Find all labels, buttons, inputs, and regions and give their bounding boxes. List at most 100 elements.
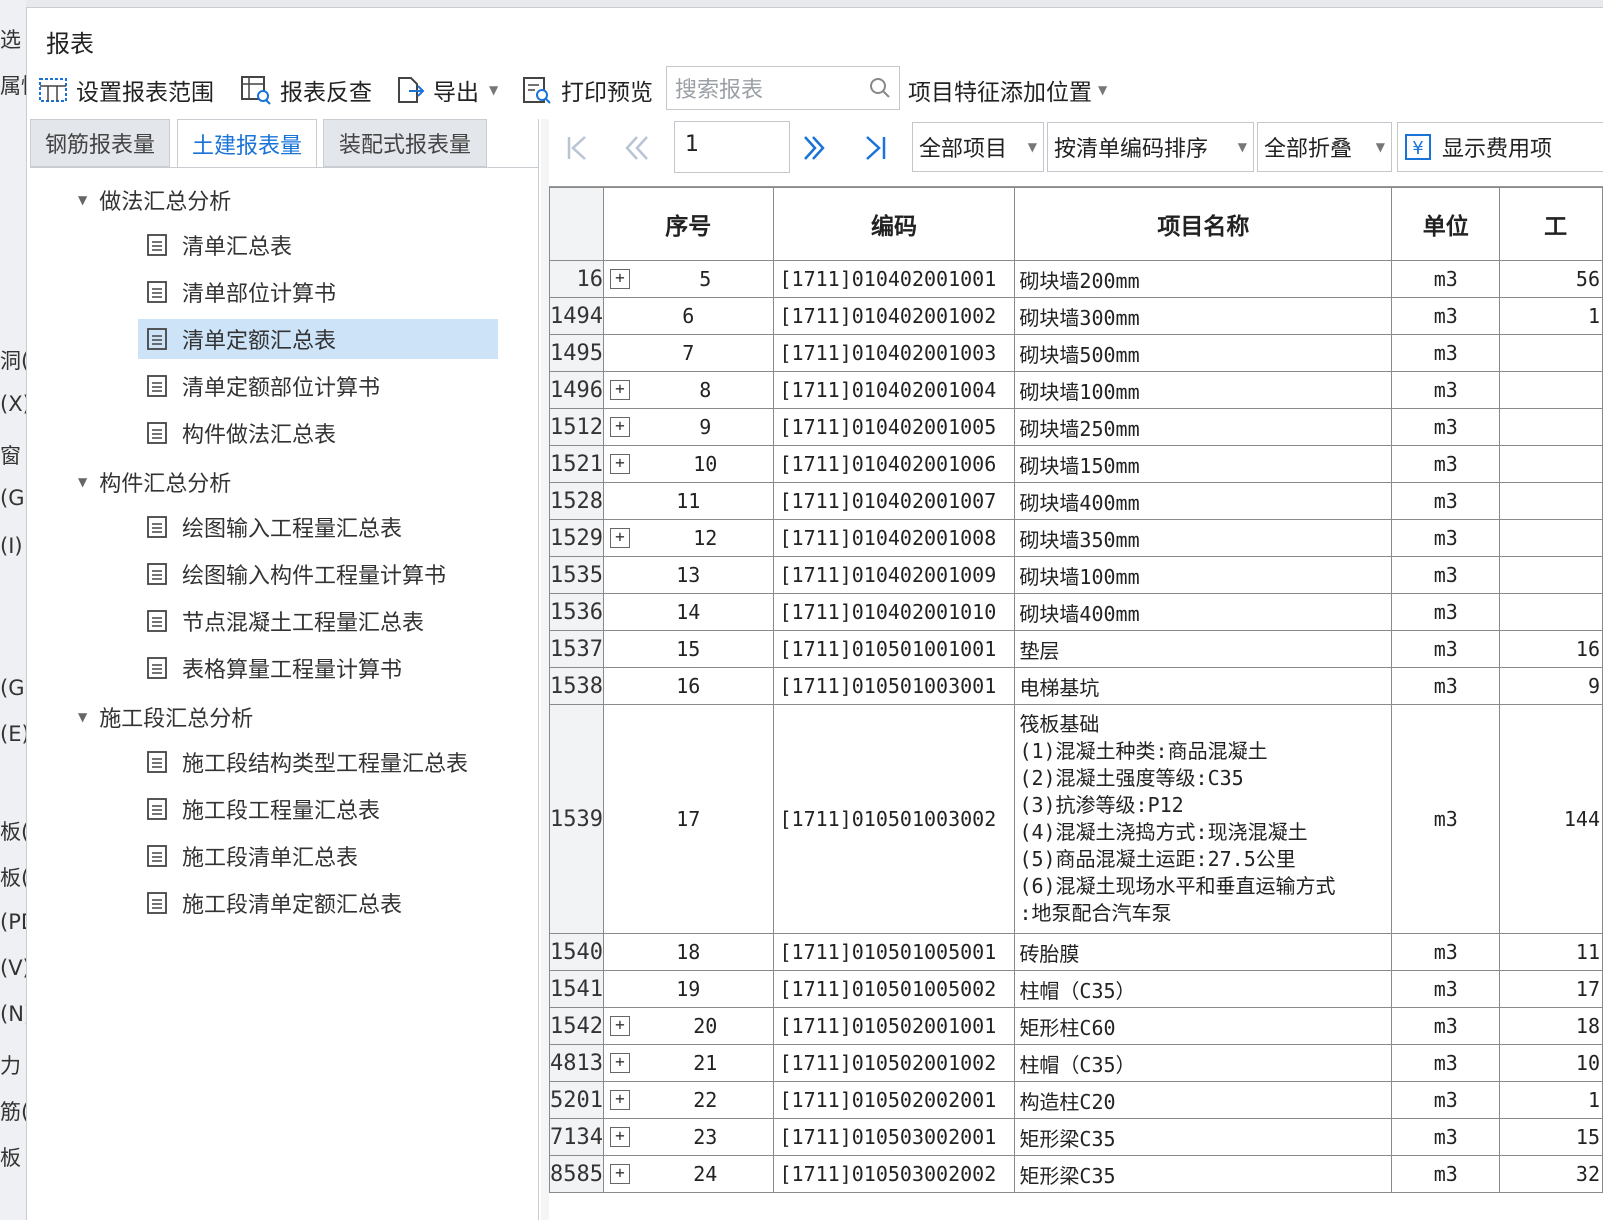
seq-header[interactable]: 序号 bbox=[602, 187, 774, 261]
expand-plus-icon[interactable]: + bbox=[609, 417, 630, 437]
last-page-icon[interactable] bbox=[864, 134, 888, 162]
table-row[interactable]: 1540 18 [1711]010501005001 砖胎膜 m3 11 bbox=[549, 933, 1603, 971]
table-row[interactable]: 5201 +22 [1711]010502002001 构造柱C20 m3 1 bbox=[549, 1081, 1603, 1119]
tree-item-selected[interactable]: 清单定额汇总表 bbox=[138, 319, 498, 359]
expand-plus-icon[interactable]: + bbox=[609, 380, 630, 400]
tree-item[interactable]: 清单汇总表 bbox=[138, 225, 498, 265]
collapse-triangle-icon[interactable]: ▼ bbox=[78, 475, 87, 489]
unit-header[interactable]: 单位 bbox=[1391, 187, 1501, 261]
quantity-cell: 32 bbox=[1499, 1155, 1603, 1193]
expand-plus-icon[interactable]: + bbox=[609, 1053, 630, 1073]
expand-plus-icon[interactable]: + bbox=[609, 1090, 630, 1110]
print-preview-button[interactable]: 打印预览 bbox=[521, 70, 653, 110]
search-icon[interactable] bbox=[869, 77, 891, 99]
tab-civil-report[interactable]: 土建报表量 bbox=[177, 119, 317, 167]
next-page-icon[interactable] bbox=[802, 134, 828, 162]
export-button[interactable]: 导出 ▼ bbox=[395, 70, 498, 110]
show-fee-toggle[interactable]: ¥ 显示费用项 bbox=[1397, 122, 1603, 172]
table-row[interactable]: 1538 16 [1711]010501003001 电梯基坑 m3 9 bbox=[549, 667, 1603, 705]
chevron-down-icon: ▼ bbox=[1098, 83, 1108, 97]
seq-cell: +23 bbox=[602, 1118, 774, 1156]
table-row[interactable]: 1495 7 [1711]010402001003 砌块墙500mm m3 bbox=[549, 334, 1603, 372]
table-row[interactable]: 1521 +10 [1711]010402001006 砌块墙150mm m3 bbox=[549, 445, 1603, 483]
table-row[interactable]: 4813 +21 [1711]010502001002 柱帽（C35） m3 10 bbox=[549, 1044, 1603, 1082]
seq-cell: 13 bbox=[602, 556, 774, 594]
name-cell: 砌块墙400mm bbox=[1014, 593, 1393, 631]
reverse-check-button[interactable]: 报表反查 bbox=[240, 70, 372, 110]
seq-value: 19 bbox=[676, 977, 701, 1001]
row-number: 5201 bbox=[549, 1081, 604, 1119]
quantity-header[interactable]: 工 bbox=[1499, 187, 1603, 261]
name-line: 砌块墙500mm bbox=[1019, 342, 1140, 367]
expand-plus-icon[interactable]: + bbox=[609, 1164, 630, 1184]
name-header[interactable]: 项目名称 bbox=[1014, 187, 1393, 261]
tree-item[interactable]: 施工段结构类型工程量汇总表 bbox=[138, 742, 498, 782]
table-row[interactable]: 1496 +8 [1711]010402001004 砌块墙100mm m3 bbox=[549, 371, 1603, 409]
table-row[interactable]: 1529 +12 [1711]010402001008 砌块墙350mm m3 bbox=[549, 519, 1603, 557]
set-range-button[interactable]: 设置报表范围 bbox=[38, 70, 214, 110]
tree-item[interactable]: 施工段清单定额汇总表 bbox=[138, 883, 498, 923]
table-row[interactable]: 7134 +23 [1711]010503002001 矩形梁C35 m3 15 bbox=[549, 1118, 1603, 1156]
report-search-input[interactable]: 搜索报表 bbox=[666, 66, 900, 110]
feature-position-dropdown[interactable]: 项目特征添加位置 ▼ bbox=[908, 70, 1107, 110]
table-row[interactable]: 1528 11 [1711]010402001007 砌块墙400mm m3 bbox=[549, 482, 1603, 520]
document-icon bbox=[147, 422, 167, 444]
tree-item[interactable]: 施工段清单汇总表 bbox=[138, 836, 498, 876]
tree-item[interactable]: 绘图输入工程量汇总表 bbox=[138, 507, 498, 547]
table-row[interactable]: 1537 15 [1711]010501001001 垫层 m3 16 bbox=[549, 630, 1603, 668]
expand-plus-icon[interactable]: + bbox=[609, 528, 630, 548]
name-line: 砌块墙350mm bbox=[1019, 527, 1140, 552]
quantity-cell: 144 bbox=[1499, 704, 1603, 934]
collapse-triangle-icon[interactable]: ▼ bbox=[78, 193, 87, 207]
previous-page-icon[interactable] bbox=[624, 134, 650, 162]
tree-item[interactable]: 表格算量工程量计算书 bbox=[138, 648, 498, 688]
chevron-down-icon: ▼ bbox=[1237, 140, 1247, 154]
export-caret-icon[interactable]: ▼ bbox=[489, 83, 498, 97]
tree-item[interactable]: 清单定额部位计算书 bbox=[138, 366, 498, 406]
splitter[interactable] bbox=[541, 119, 549, 1220]
tree-item[interactable]: 施工段工程量汇总表 bbox=[138, 789, 498, 829]
row-number: 1541 bbox=[549, 970, 604, 1008]
table-row[interactable]: 1494 6 [1711]010402001002 砌块墙300mm m3 1 bbox=[549, 297, 1603, 335]
collapse-triangle-icon[interactable]: ▼ bbox=[78, 710, 87, 724]
row-number: 16 bbox=[549, 260, 604, 298]
set-range-label: 设置报表范围 bbox=[76, 80, 214, 106]
tree-item[interactable]: 构件做法汇总表 bbox=[138, 413, 498, 453]
table-row[interactable]: 1541 19 [1711]010501005002 柱帽（C35） m3 17 bbox=[549, 970, 1603, 1008]
table-row[interactable]: 1512 +9 [1711]010402001005 砌块墙250mm m3 bbox=[549, 408, 1603, 446]
seq-value: 17 bbox=[676, 807, 701, 831]
page-number-input[interactable]: 1 bbox=[674, 121, 790, 173]
tree-item[interactable]: 清单部位计算书 bbox=[138, 272, 498, 312]
unit-cell: m3 bbox=[1391, 1155, 1501, 1193]
project-filter-dropdown[interactable]: 全部项目 ▼ bbox=[912, 122, 1044, 172]
tree-item[interactable]: 绘图输入构件工程量计算书 bbox=[138, 554, 498, 594]
code-cell: [1711]010402001004 bbox=[772, 371, 1016, 409]
tree-group-method-summary[interactable]: ▼ 做法汇总分析 bbox=[78, 184, 231, 216]
sort-dropdown[interactable]: 按清单编码排序 ▼ bbox=[1047, 122, 1254, 172]
code-header[interactable]: 编码 bbox=[772, 187, 1016, 261]
name-line: 砌块墙400mm bbox=[1019, 490, 1140, 515]
expand-plus-icon[interactable]: + bbox=[609, 1016, 630, 1036]
expand-plus-icon[interactable]: + bbox=[609, 269, 630, 289]
quantity-cell bbox=[1499, 482, 1603, 520]
table-row[interactable]: 16 +5 [1711]010402001001 砌块墙200mm m3 56 bbox=[549, 260, 1603, 298]
first-page-icon[interactable] bbox=[566, 134, 588, 162]
table-row[interactable]: 1539 17 [1711]010501003002 筏板基础 (1)混凝土种类:商品混… bbox=[549, 704, 1603, 934]
expand-plus-icon[interactable]: + bbox=[609, 454, 630, 474]
unit-cell: m3 bbox=[1391, 1044, 1501, 1082]
tab-prefab-report[interactable]: 装配式报表量 bbox=[323, 119, 487, 167]
table-row[interactable]: 8585 +24 [1711]010503002002 矩形梁C35 m3 32 bbox=[549, 1155, 1603, 1193]
tree-item[interactable]: 节点混凝土工程量汇总表 bbox=[138, 601, 498, 641]
table-row[interactable]: 1535 13 [1711]010402001009 砌块墙100mm m3 bbox=[549, 556, 1603, 594]
unit-cell: m3 bbox=[1391, 260, 1501, 298]
table-row[interactable]: 1536 14 [1711]010402001010 砌块墙400mm m3 bbox=[549, 593, 1603, 631]
fold-dropdown[interactable]: 全部折叠 ▼ bbox=[1257, 122, 1392, 172]
name-line: 砌块墙400mm bbox=[1019, 601, 1140, 626]
tree-group-component-summary[interactable]: ▼ 构件汇总分析 bbox=[78, 466, 231, 498]
table-row[interactable]: 1542 +20 [1711]010502001001 矩形柱C60 m3 18 bbox=[549, 1007, 1603, 1045]
tree-group-section-summary[interactable]: ▼ 施工段汇总分析 bbox=[78, 701, 253, 733]
document-icon bbox=[147, 610, 167, 632]
unit-cell: m3 bbox=[1391, 667, 1501, 705]
expand-plus-icon[interactable]: + bbox=[609, 1127, 630, 1147]
tab-rebar-report[interactable]: 钢筋报表量 bbox=[30, 119, 170, 167]
